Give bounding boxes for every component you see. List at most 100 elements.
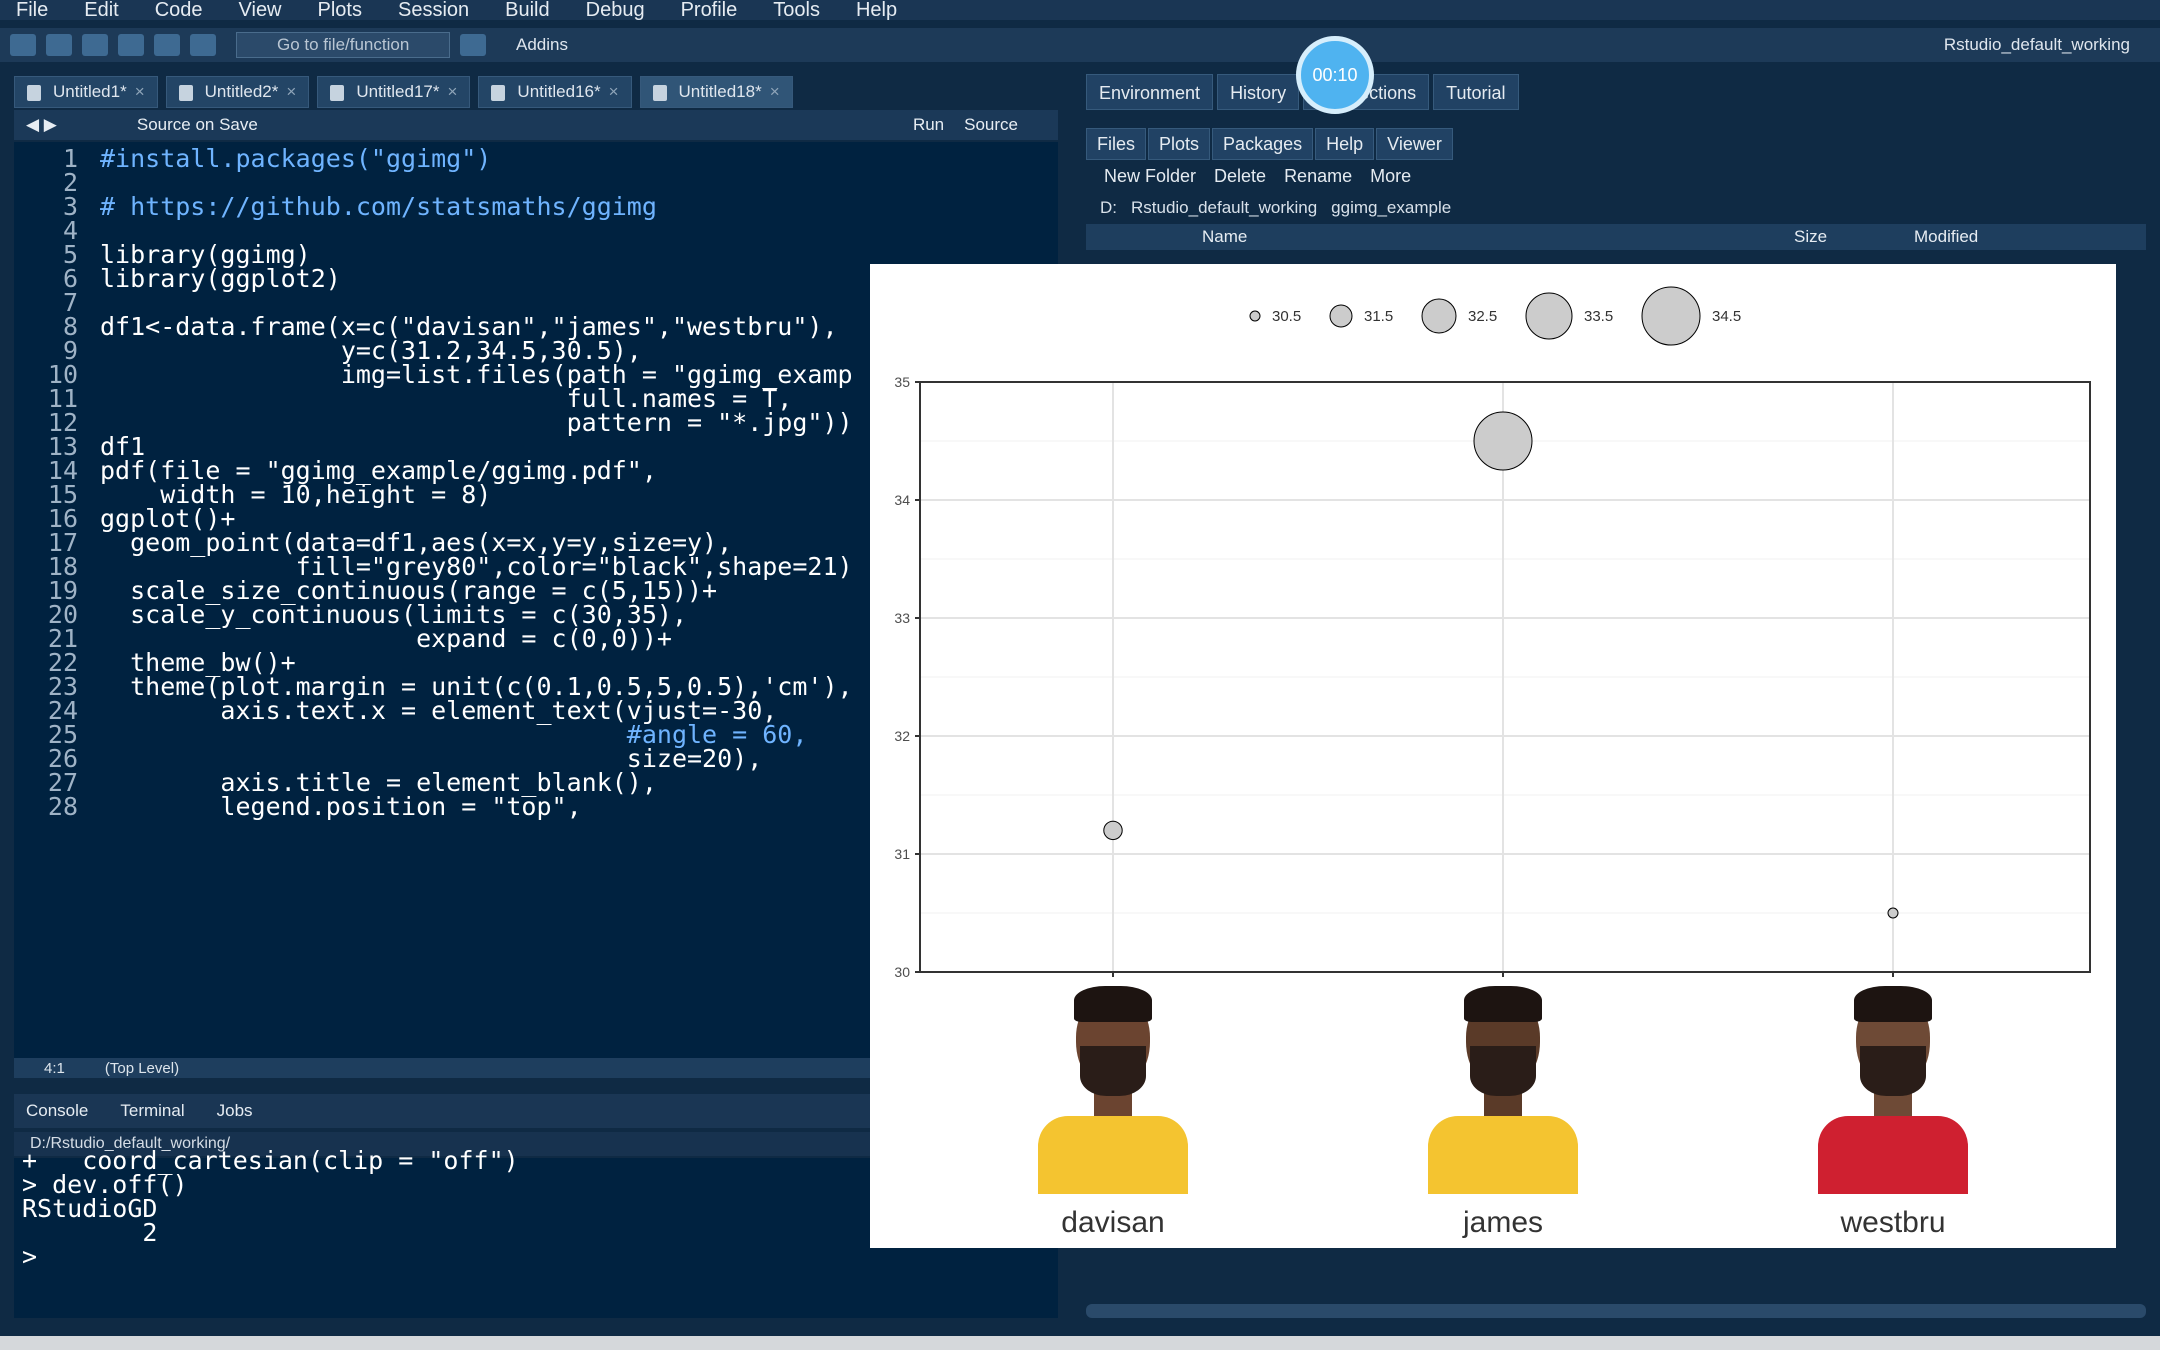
legend-key [1641,286,1701,346]
y-tick-label: 31 [894,846,910,862]
console-tab-console[interactable]: Console [26,1101,88,1121]
layout-icon[interactable] [460,34,486,56]
data-point-westbru [1887,907,1899,919]
console-line: > [22,1242,38,1271]
legend-key [1329,304,1353,328]
goto-file-input[interactable]: Go to file/function [236,32,450,58]
source-on-save-checkbox[interactable]: Source on Save [137,115,258,135]
editor-tab-label: Untitled17* [356,82,440,101]
legend-label: 33.5 [1584,308,1613,325]
menu-session[interactable]: Session [398,0,469,22]
y-tick-label: 35 [894,374,910,390]
horizontal-scrollbar[interactable] [1086,1304,2146,1318]
plot-viewer-window: 30 31 32 33 34 35 30.5 31.5 32.5 33.5 34.5 davisan… [870,264,2116,1248]
tab-history[interactable]: History [1217,74,1300,110]
tab-tutorial[interactable]: Tutorial [1433,74,1519,110]
back-icon[interactable]: ◀ ▶ [26,115,57,135]
tab-plots[interactable]: Plots [1148,128,1211,160]
tab-files[interactable]: Files [1086,128,1147,160]
editor-toolbar: ◀ ▶ Source on Save Run Source [14,110,1058,140]
menu-bar: File Edit Code View Plots Session Build Debug Pr… [0,0,2160,22]
menu-view[interactable]: View [239,0,282,22]
taskbar [0,1336,2160,1350]
x-tick-label: davisan [1061,1206,1165,1239]
menu-edit[interactable]: Edit [84,0,118,22]
scope-indicator[interactable]: (Top Level) [105,1060,179,1077]
tab-environment[interactable]: Environment [1086,74,1214,110]
y-tick-label: 30 [894,964,910,980]
close-icon[interactable]: × [447,82,457,102]
save-all-icon[interactable] [154,34,180,56]
data-point-james [1473,411,1533,471]
run-button[interactable]: Run [913,115,944,135]
new-file-icon[interactable] [10,34,36,56]
menu-profile[interactable]: Profile [681,0,738,22]
col-size[interactable]: Size [1794,227,1827,247]
editor-tab[interactable]: Untitled2* × [165,76,310,108]
files-toolbar: New Folder Delete Rename More [1086,162,2146,190]
open-file-icon[interactable] [82,34,108,56]
line-number: 28 [47,792,78,821]
close-icon[interactable]: × [609,82,619,102]
editor-tab[interactable]: Untitled18* × [639,76,793,108]
editor-tab-label: Untitled1* [53,82,127,101]
addins-menu[interactable]: Addins [516,35,568,55]
editor-tab-label: Untitled2* [204,82,279,101]
save-icon[interactable] [118,34,144,56]
menu-code[interactable]: Code [155,0,203,22]
project-selector[interactable]: Rstudio_default_working [1944,35,2130,55]
legend-key [1421,298,1457,334]
code-line: pattern = "*.jpg")) [100,408,853,437]
breadcrumb-item[interactable]: Rstudio_default_working [1131,198,1317,218]
col-name[interactable]: Name [1202,227,1247,247]
console-line: 2 [22,1218,158,1247]
editor-tab-label: Untitled16* [517,82,601,101]
x-tick-label: westbru [1840,1206,1946,1239]
menu-tools[interactable]: Tools [773,0,820,22]
menu-help[interactable]: Help [856,0,897,22]
more-button[interactable]: More [1370,166,1411,187]
legend-label: 30.5 [1272,308,1301,325]
editor-tab-label: Untitled18* [678,82,762,101]
console-tab-terminal[interactable]: Terminal [120,1101,184,1121]
files-breadcrumb: D: Rstudio_default_working ggimg_example [1086,194,2146,222]
player-photo-westbru [1818,976,1968,1194]
editor-tabs: Untitled1* × Untitled2* × Untitled17* × Untitl… [14,72,1058,108]
new-project-icon[interactable] [46,34,72,56]
data-point-davisan [1103,820,1123,841]
legend-label: 31.5 [1364,308,1393,325]
col-modified[interactable]: Modified [1914,227,1978,247]
files-table-header: Name Size Modified [1086,224,2146,250]
editor-tab[interactable]: Untitled1* × [14,76,158,108]
menu-debug[interactable]: Debug [586,0,645,22]
files-tabs: Files Plots Packages Help Viewer [1086,128,1455,160]
console-tab-jobs[interactable]: Jobs [217,1101,253,1121]
source-button[interactable]: Source [964,115,1018,135]
legend-key [1525,292,1573,340]
menu-build[interactable]: Build [505,0,549,22]
menu-file[interactable]: File [16,0,48,22]
tab-packages[interactable]: Packages [1212,128,1314,160]
delete-button[interactable]: Delete [1214,166,1266,187]
rename-button[interactable]: Rename [1284,166,1352,187]
legend-key [1249,310,1261,322]
editor-tab[interactable]: Untitled16* × [478,76,632,108]
breadcrumb-item[interactable]: ggimg_example [1331,198,1451,218]
recording-timer: 00:10 [1296,36,1374,114]
new-folder-button[interactable]: New Folder [1104,166,1196,187]
close-icon[interactable]: × [286,82,296,102]
close-icon[interactable]: × [135,82,145,102]
player-photo-james [1428,976,1578,1194]
print-icon[interactable] [190,34,216,56]
breadcrumb-item[interactable]: D: [1100,198,1117,218]
cursor-position: 4:1 [44,1059,65,1077]
code-line: library(ggplot2) [100,264,341,293]
tab-viewer[interactable]: Viewer [1376,128,1453,160]
tab-help[interactable]: Help [1315,128,1375,160]
close-icon[interactable]: × [770,82,780,102]
code-line: legend.position = "top", [100,792,582,821]
main-toolbar: Go to file/function Addins Rstudio_defau… [0,28,2160,62]
editor-tab[interactable]: Untitled17* × [317,76,471,108]
menu-plots[interactable]: Plots [318,0,362,22]
y-tick-label: 33 [894,610,910,626]
